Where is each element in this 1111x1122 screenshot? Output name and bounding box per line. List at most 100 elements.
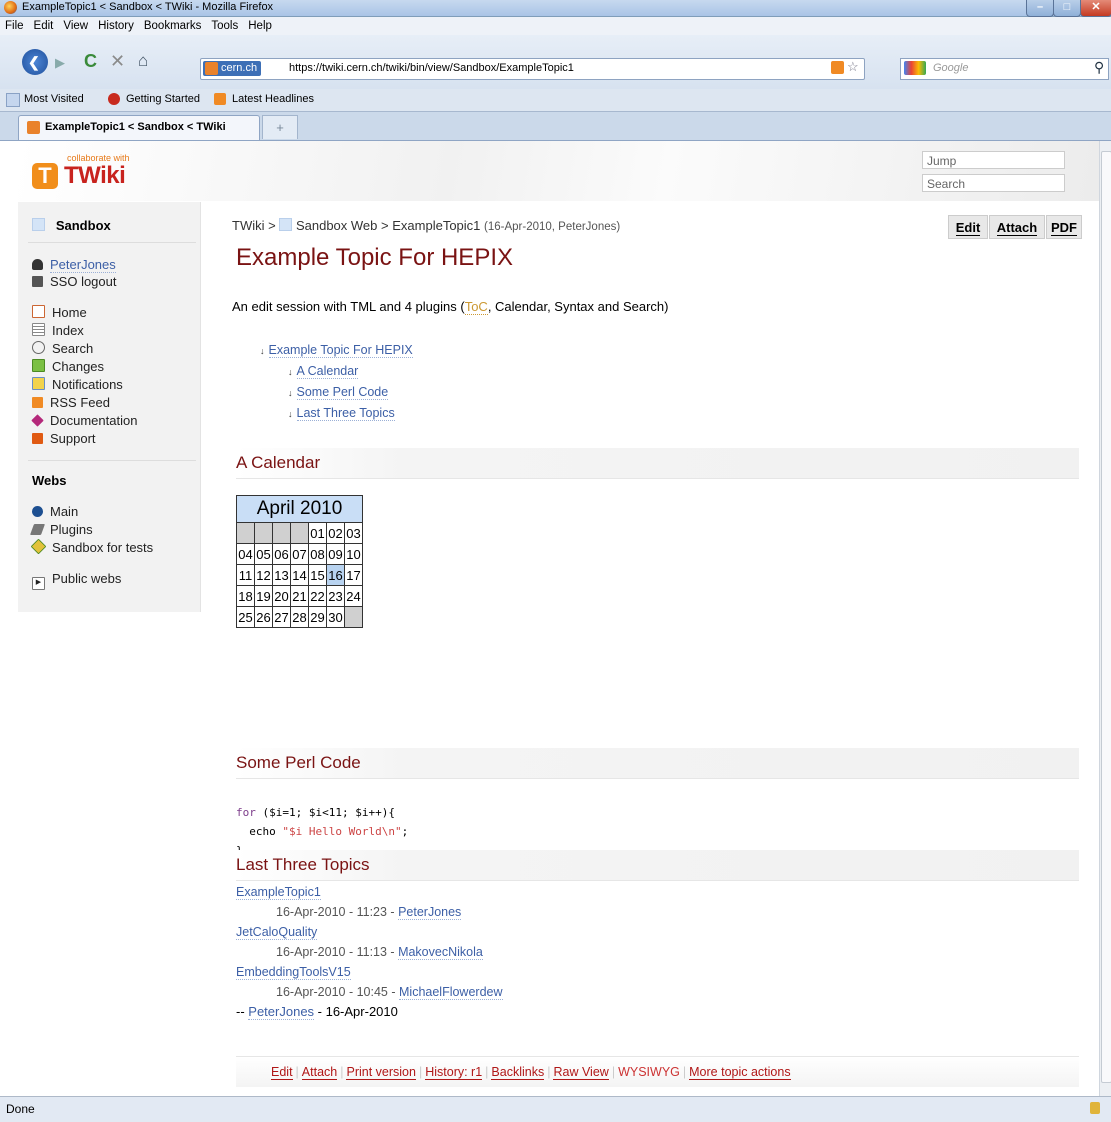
toc-link[interactable]: Some Perl Code (296, 385, 389, 400)
minimize-button[interactable]: – (1026, 0, 1054, 17)
separator: | (682, 1065, 687, 1079)
menu-bookmarks[interactable]: Bookmarks (139, 17, 207, 35)
breadcrumb-root[interactable]: TWiki (232, 218, 265, 233)
topic-author-link[interactable]: MakovecNikola (398, 945, 483, 960)
toc-item[interactable]: ↓ Some Perl Code (260, 382, 413, 403)
sidebar-logout[interactable]: SSO logout (32, 273, 117, 291)
padlock-icon[interactable] (1090, 1102, 1100, 1114)
more-topic-actions-link[interactable]: More topic actions (689, 1065, 791, 1080)
support-icon (32, 433, 43, 444)
sidebar-item-changes[interactable]: Changes (32, 358, 104, 376)
sidebar-web-title[interactable]: Sandbox (32, 218, 111, 233)
sidebar-web-main[interactable]: Main (32, 503, 78, 521)
menu-history[interactable]: History (93, 17, 139, 35)
sidebar-public-webs[interactable]: ▶ Public webs (32, 570, 121, 590)
topic-date: 16-Apr-2010 - 11:23 - (276, 905, 399, 919)
calendar-day: 25 (236, 606, 255, 628)
separator: | (611, 1065, 616, 1079)
changes-icon (32, 359, 45, 372)
sidebar-item-label: Main (50, 504, 79, 519)
window-title: ExampleTopic1 < Sandbox < TWiki - Mozill… (22, 1, 274, 13)
sidebar-item-documentation[interactable]: Documentation (31, 412, 137, 430)
google-engine-icon[interactable] (904, 61, 926, 75)
sidebar-item-notifications[interactable]: Notifications (32, 376, 123, 394)
sidebar-item-label: Notifications (52, 377, 123, 392)
web-search-box[interactable]: Google ⚲ (900, 58, 1109, 80)
sidebar-divider (28, 460, 196, 461)
vertical-scrollbar[interactable] (1099, 141, 1111, 1096)
maximize-button[interactable]: □ (1053, 0, 1081, 17)
web-color-icon (279, 218, 293, 231)
sidebar-item-search[interactable]: Search (32, 340, 93, 358)
toc-link[interactable]: A Calendar (296, 364, 359, 379)
menu-edit[interactable]: Edit (29, 17, 59, 35)
sidebar-divider (28, 242, 196, 243)
sidebar-item-support[interactable]: Support (32, 430, 96, 448)
calendar-day: 13 (272, 564, 291, 586)
stop-icon[interactable]: ✕ (110, 51, 125, 72)
page-viewport: T collaborate with TWiki Jump Search San… (18, 141, 1111, 1096)
sidebar-item-rss-feed[interactable]: RSS Feed (32, 394, 110, 412)
history-link[interactable]: History: r1 (425, 1065, 483, 1080)
edit-button[interactable]: Edit (948, 215, 988, 239)
bookmark-star-icon[interactable]: ☆ (847, 59, 859, 75)
calendar-day: 16 (326, 564, 345, 586)
code-keyword: for (236, 806, 256, 819)
menu-tools[interactable]: Tools (206, 17, 243, 35)
reload-icon[interactable]: C (84, 51, 97, 72)
menu-help[interactable]: Help (243, 17, 277, 35)
sidebar-item-index[interactable]: Index (32, 322, 84, 340)
url-bar[interactable]: cern.ch https://twiki.cern.ch/twiki/bin/… (200, 58, 865, 80)
twiki-logo-mark: T (32, 163, 58, 189)
bookmark-getting-started[interactable]: Getting Started (126, 93, 200, 105)
new-tab-button[interactable]: + (262, 115, 298, 139)
topic-link[interactable]: JetCaloQuality (236, 925, 318, 940)
calendar-week: 18 19 20 21 22 23 24 (236, 585, 363, 607)
sidebar-user[interactable]: PeterJones (32, 256, 116, 274)
search-go-icon[interactable]: ⚲ (1094, 59, 1104, 76)
search-input[interactable]: Search (922, 174, 1065, 192)
topic-link[interactable]: ExampleTopic1 (236, 885, 321, 900)
bottom-edit-link[interactable]: Edit (271, 1065, 293, 1080)
toc-link[interactable]: Example Topic For HEPIX (268, 343, 413, 358)
pdf-button[interactable]: PDF (1046, 215, 1082, 239)
intro-toc-link[interactable]: ToC (464, 299, 488, 315)
raw-view-link[interactable]: Raw View (553, 1065, 609, 1080)
toc-link[interactable]: Last Three Topics (296, 406, 395, 421)
calendar-day: 24 (344, 585, 363, 607)
toc-item[interactable]: ↓ Example Topic For HEPIX (260, 340, 413, 361)
rss-feed-icon[interactable] (831, 61, 844, 74)
menu-file[interactable]: File (0, 17, 29, 35)
home-icon[interactable]: ⌂ (138, 51, 148, 71)
user-link[interactable]: PeterJones (50, 257, 116, 273)
attach-button[interactable]: Attach (989, 215, 1045, 239)
breadcrumb-web[interactable]: Sandbox Web (296, 218, 377, 233)
calendar-day: 19 (254, 585, 273, 607)
toc-item[interactable]: ↓ A Calendar (260, 361, 413, 382)
bottom-attach-link[interactable]: Attach (301, 1065, 338, 1080)
calendar-week: 11 12 13 14 15 16 17 (236, 564, 363, 586)
bookmark-most-visited[interactable]: Most Visited (24, 93, 84, 105)
sidebar-web-sandbox[interactable]: Sandbox for tests (30, 538, 153, 557)
sidebar-item-home[interactable]: Home (32, 304, 87, 322)
toc-item[interactable]: ↓ Last Three Topics (260, 403, 413, 424)
print-version-link[interactable]: Print version (346, 1065, 416, 1080)
breadcrumb-topic[interactable]: ExampleTopic1 (392, 218, 480, 233)
backlinks-link[interactable]: Backlinks (491, 1065, 545, 1080)
scrollbar-thumb[interactable] (1101, 151, 1111, 1083)
forward-button[interactable]: ▶ (55, 55, 65, 71)
wysiwyg-link[interactable]: WYSIWYG (618, 1065, 680, 1079)
topic-author-link[interactable]: PeterJones (398, 905, 462, 920)
topic-link[interactable]: EmbeddingToolsV15 (236, 965, 351, 980)
jump-input[interactable]: Jump (922, 151, 1065, 169)
topic-author-link[interactable]: MichaelFlowerdew (399, 985, 503, 1000)
sidebar-web-plugins[interactable]: Plugins (29, 521, 93, 539)
tab-exampletopic1[interactable]: ExampleTopic1 < Sandbox < TWiki (18, 115, 260, 140)
close-button[interactable]: ✕ (1080, 0, 1111, 17)
signature-author-link[interactable]: PeterJones (248, 1004, 315, 1020)
site-identity-badge[interactable]: cern.ch (203, 61, 262, 76)
menu-view[interactable]: View (58, 17, 93, 35)
breadcrumb-separator: > (268, 218, 276, 233)
bookmark-latest-headlines[interactable]: Latest Headlines (232, 93, 314, 105)
expand-icon: ▶ (32, 577, 45, 590)
